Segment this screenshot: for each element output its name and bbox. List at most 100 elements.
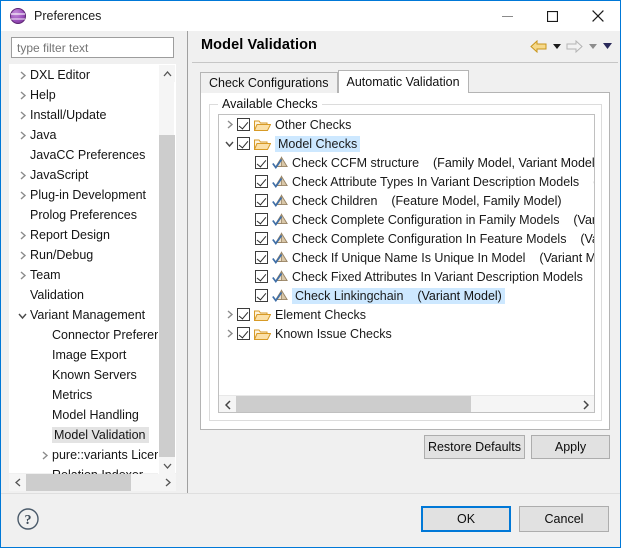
chevron-right-icon[interactable] xyxy=(14,187,30,203)
check-checkbox[interactable] xyxy=(255,232,268,245)
check-row[interactable]: Check Complete Configuration in Family M… xyxy=(219,210,594,229)
chevron-right-icon[interactable] xyxy=(14,107,30,123)
ok-button[interactable]: OK xyxy=(421,506,511,532)
chevron-right-icon[interactable] xyxy=(14,267,30,283)
checks-scroll-right-icon[interactable] xyxy=(577,396,594,412)
scroll-left-icon[interactable] xyxy=(9,474,26,491)
chevron-right-icon[interactable] xyxy=(36,447,52,463)
sidebar-item-label: Variant Management xyxy=(30,308,146,322)
apply-button[interactable]: Apply xyxy=(531,435,610,459)
check-row[interactable]: Check CCFM structure (Family Model, Vari… xyxy=(219,153,594,172)
tab-check-configurations[interactable]: Check Configurations xyxy=(200,72,338,93)
tab-automatic-validation[interactable]: Automatic Validation xyxy=(337,70,469,93)
check-row[interactable]: Known Issue Checks xyxy=(219,324,594,343)
checks-hscroll-thumb[interactable] xyxy=(236,396,471,412)
checks-horizontal-scrollbar[interactable] xyxy=(219,395,594,412)
check-row[interactable]: Model Checks xyxy=(219,134,594,153)
maximize-button[interactable] xyxy=(530,1,575,31)
check-checkbox[interactable] xyxy=(255,251,268,264)
sidebar-horizontal-scrollbar[interactable] xyxy=(9,474,176,491)
chevron-right-icon[interactable] xyxy=(14,127,30,143)
checks-scroll-left-icon[interactable] xyxy=(219,396,236,412)
sidebar-item-variant-management[interactable]: Variant Management xyxy=(10,305,160,325)
sidebar-scroll-thumb[interactable] xyxy=(159,135,175,460)
check-row[interactable]: Element Checks xyxy=(219,305,594,324)
chevron-right-icon[interactable] xyxy=(14,87,30,103)
check-checkbox[interactable] xyxy=(255,175,268,188)
sidebar-item-help[interactable]: Help xyxy=(10,85,160,105)
sidebar-item-metrics[interactable]: Metrics xyxy=(10,385,160,405)
sidebar-item-model-validation[interactable]: Model Validation xyxy=(10,425,160,445)
sidebar-item-install-update[interactable]: Install/Update xyxy=(10,105,160,125)
check-row[interactable]: Check Fixed Attributes In Variant Descri… xyxy=(219,267,594,286)
sidebar-item-prolog-preferences[interactable]: Prolog Preferences xyxy=(10,205,160,225)
check-row[interactable]: Check Children (Feature Model, Family Mo… xyxy=(219,191,594,210)
check-checkbox[interactable] xyxy=(255,156,268,169)
sidebar-hscroll-thumb[interactable] xyxy=(26,474,131,491)
sidebar-item-connector-preferenc[interactable]: Connector Preferenc xyxy=(10,325,160,345)
sidebar-item-run-debug[interactable]: Run/Debug xyxy=(10,245,160,265)
sidebar-item-label: Install/Update xyxy=(30,108,107,122)
check-row[interactable]: Check Linkingchain (Variant Model) xyxy=(219,286,594,305)
check-rule-icon xyxy=(272,212,288,227)
sidebar-item-label: JavaCC Preferences xyxy=(30,148,146,162)
chevron-down-icon[interactable] xyxy=(221,134,237,153)
title-bar: Preferences xyxy=(1,1,620,31)
sidebar-item-plug-in-development[interactable]: Plug-in Development xyxy=(10,185,160,205)
sidebar-item-dxl-editor[interactable]: DXL Editor xyxy=(10,65,160,85)
check-checkbox[interactable] xyxy=(255,289,268,302)
checks-tree[interactable]: Other Checks Model Checks Check CCFM struc… xyxy=(218,114,595,413)
sidebar-item-known-servers[interactable]: Known Servers xyxy=(10,365,160,385)
scroll-right-icon[interactable] xyxy=(159,474,176,491)
sidebar-item-relation-indexer[interactable]: Relation Indexer xyxy=(10,465,160,474)
back-arrow-icon[interactable] xyxy=(529,38,548,54)
chevron-right-icon[interactable] xyxy=(14,247,30,263)
check-checkbox[interactable] xyxy=(237,118,250,131)
sidebar-item-javascript[interactable]: JavaScript xyxy=(10,165,160,185)
chevron-right-icon[interactable] xyxy=(14,167,30,183)
sidebar-item-team[interactable]: Team xyxy=(10,265,160,285)
chevron-right-icon[interactable] xyxy=(14,227,30,243)
sidebar-item-java[interactable]: Java xyxy=(10,125,160,145)
sidebar-item-validation[interactable]: Validation xyxy=(10,285,160,305)
close-button[interactable] xyxy=(575,1,620,31)
preferences-sidebar: DXL Editor Help Install/Update Java JavaCC P… xyxy=(1,31,187,493)
restore-defaults-button[interactable]: Restore Defaults xyxy=(424,435,525,459)
page-menu-chevron-down-icon[interactable] xyxy=(601,38,614,54)
sidebar-item-label: Team xyxy=(30,268,61,282)
sidebar-item-image-export[interactable]: Image Export xyxy=(10,345,160,365)
sidebar-item-report-design[interactable]: Report Design xyxy=(10,225,160,245)
check-row[interactable]: Check If Unique Name Is Unique In Model … xyxy=(219,248,594,267)
check-checkbox[interactable] xyxy=(237,308,250,321)
scroll-up-icon[interactable] xyxy=(159,65,175,82)
sidebar-vertical-scrollbar[interactable] xyxy=(158,65,175,474)
check-checkbox[interactable] xyxy=(255,270,268,283)
chevron-down-icon[interactable] xyxy=(14,307,30,323)
sidebar-item-model-handling[interactable]: Model Handling xyxy=(10,405,160,425)
check-rule-icon xyxy=(272,250,288,265)
check-checkbox[interactable] xyxy=(255,194,268,207)
chevron-right-icon[interactable] xyxy=(221,305,237,324)
check-row[interactable]: Check Attribute Types In Variant Descrip… xyxy=(219,172,594,191)
check-row[interactable]: Other Checks xyxy=(219,115,594,134)
check-checkbox[interactable] xyxy=(237,327,250,340)
scroll-down-icon[interactable] xyxy=(159,457,175,474)
cancel-button[interactable]: Cancel xyxy=(519,506,609,532)
filter-input[interactable] xyxy=(11,37,174,58)
sidebar-item-pure-variants-licens[interactable]: pure::variants Licens xyxy=(10,445,160,465)
back-dropdown-chevron-down-icon[interactable] xyxy=(550,38,563,54)
chevron-right-icon[interactable] xyxy=(221,324,237,343)
minimize-button[interactable] xyxy=(485,1,530,31)
chevron-right-icon[interactable] xyxy=(221,115,237,134)
check-checkbox[interactable] xyxy=(237,137,250,150)
help-question-icon[interactable]: ? xyxy=(16,507,40,531)
chevron-right-icon[interactable] xyxy=(14,67,30,83)
sidebar-item-javacc-preferences[interactable]: JavaCC Preferences xyxy=(10,145,160,165)
available-checks-group: Available Checks Other Checks Model Check… xyxy=(209,97,602,421)
check-label: Check Complete Configuration in Family M… xyxy=(292,212,560,227)
check-rule-icon xyxy=(272,193,288,208)
check-checkbox[interactable] xyxy=(255,213,268,226)
check-row[interactable]: Check Complete Configuration In Feature … xyxy=(219,229,594,248)
